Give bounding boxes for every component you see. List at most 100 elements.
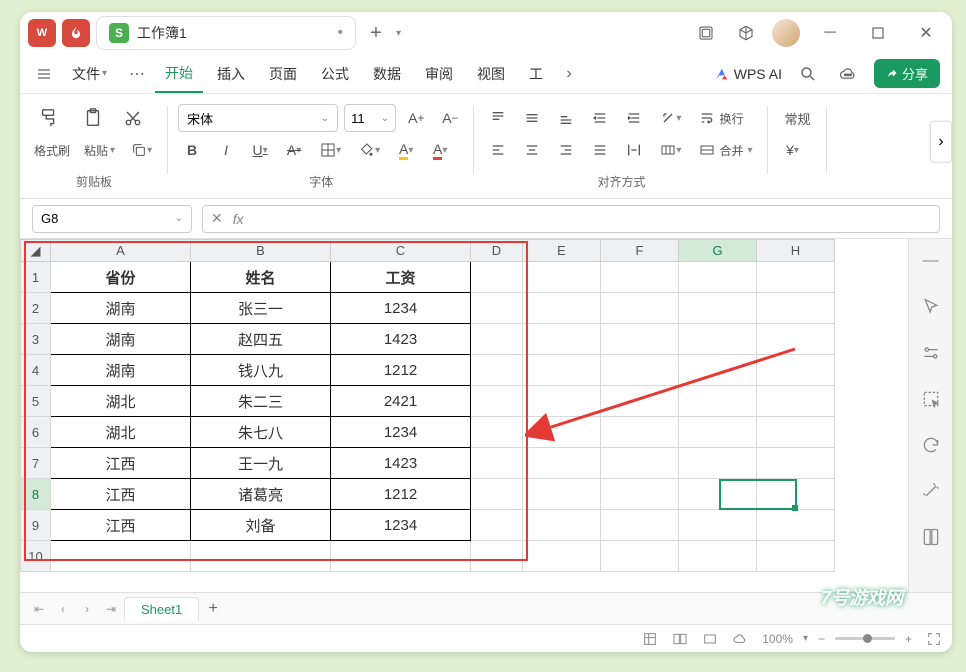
tabs-scroll-right-icon[interactable]: › (557, 62, 581, 86)
cell-h3[interactable] (757, 324, 835, 355)
ribbon-scroll-right[interactable]: › (930, 121, 952, 163)
cell-b9[interactable]: 刘备 (191, 510, 331, 541)
close-button[interactable]: ✕ (908, 19, 944, 47)
font-color-button[interactable]: A▾ (426, 136, 454, 164)
tab-tools[interactable]: 工 (519, 56, 553, 92)
cell-g8[interactable] (679, 479, 757, 510)
windows-icon[interactable] (692, 19, 720, 47)
cell-d7[interactable] (471, 448, 523, 479)
fullscreen-icon[interactable] (926, 631, 942, 647)
cell-a3[interactable]: 湖南 (51, 324, 191, 355)
font-size-select[interactable]: 11⌄ (344, 104, 396, 132)
name-box[interactable]: G8⌄ (32, 205, 192, 233)
view-reading-icon[interactable] (702, 631, 718, 647)
sheet-nav-next[interactable]: › (76, 598, 98, 620)
cell-e7[interactable] (523, 448, 601, 479)
cell-g3[interactable] (679, 324, 757, 355)
cell-d6[interactable] (471, 417, 523, 448)
fx-icon[interactable]: fx (233, 211, 244, 227)
cell-d9[interactable] (471, 510, 523, 541)
cell-c2[interactable]: 1234 (331, 293, 471, 324)
tab-home[interactable]: 开始 (155, 55, 203, 93)
strikethrough-button[interactable]: A▾ (280, 136, 308, 164)
cell-h7[interactable] (757, 448, 835, 479)
copy-button[interactable]: ▾ (125, 136, 158, 164)
cell-d5[interactable] (471, 386, 523, 417)
cell-b5[interactable]: 朱二三 (191, 386, 331, 417)
col-header-f[interactable]: F (601, 240, 679, 262)
bold-button[interactable]: B (178, 136, 206, 164)
cell-f5[interactable] (601, 386, 679, 417)
view-page-icon[interactable] (672, 631, 688, 647)
new-tab-button[interactable]: + (362, 19, 390, 47)
cell-a4[interactable]: 湖南 (51, 355, 191, 386)
cell-h5[interactable] (757, 386, 835, 417)
cell-a7[interactable]: 江西 (51, 448, 191, 479)
cell-d1[interactable] (471, 262, 523, 293)
cell-e9[interactable] (523, 510, 601, 541)
cell-f8[interactable] (601, 479, 679, 510)
formula-input[interactable] (254, 211, 931, 226)
row-header-4[interactable]: 4 (21, 355, 51, 386)
share-button[interactable]: 分享 (874, 59, 940, 88)
zoom-slider[interactable] (835, 637, 895, 640)
col-header-g[interactable]: G (679, 240, 757, 262)
cancel-formula-icon[interactable]: ✕ (211, 210, 223, 227)
fill-color-button[interactable]: ▾ (353, 136, 386, 164)
currency-button[interactable]: ¥▾ (778, 136, 806, 164)
wps-ai-button[interactable]: WPS AI (714, 66, 782, 82)
paste-label[interactable]: 粘贴▾ (80, 142, 119, 159)
cell-g2[interactable] (679, 293, 757, 324)
cell-e4[interactable] (523, 355, 601, 386)
cell-f4[interactable] (601, 355, 679, 386)
file-menu[interactable]: 文件▾ (64, 60, 115, 88)
cell-c8[interactable]: 1212 (331, 479, 471, 510)
zoom-in-button[interactable]: + (905, 632, 912, 646)
cell-b6[interactable]: 朱七八 (191, 417, 331, 448)
cell-e2[interactable] (523, 293, 601, 324)
cell-e10[interactable] (523, 541, 601, 572)
row-header-3[interactable]: 3 (21, 324, 51, 355)
cell-c7[interactable]: 1423 (331, 448, 471, 479)
cube-icon[interactable] (732, 19, 760, 47)
tab-data[interactable]: 数据 (363, 56, 411, 92)
zoom-out-button[interactable]: − (818, 632, 825, 646)
cell-c1[interactable]: 工资 (331, 262, 471, 293)
cell-f3[interactable] (601, 324, 679, 355)
cell-c9[interactable]: 1234 (331, 510, 471, 541)
row-header-9[interactable]: 9 (21, 510, 51, 541)
cell-h8[interactable] (757, 479, 835, 510)
cursor-icon[interactable] (919, 295, 943, 319)
cell-b10[interactable] (191, 541, 331, 572)
collapse-sidebar-icon[interactable]: — (919, 249, 943, 273)
cell-h1[interactable] (757, 262, 835, 293)
align-right-button[interactable] (552, 136, 580, 164)
zoom-dropdown-icon[interactable]: ▾ (803, 633, 808, 644)
row-header-7[interactable]: 7 (21, 448, 51, 479)
view-normal-icon[interactable] (642, 631, 658, 647)
tab-review[interactable]: 审阅 (415, 56, 463, 92)
cell-h4[interactable] (757, 355, 835, 386)
distribute-button[interactable] (620, 136, 648, 164)
cell-g5[interactable] (679, 386, 757, 417)
cell-f6[interactable] (601, 417, 679, 448)
cell-e3[interactable] (523, 324, 601, 355)
tab-page[interactable]: 页面 (259, 56, 307, 92)
menu-icon[interactable] (32, 62, 56, 86)
cell-c6[interactable]: 1234 (331, 417, 471, 448)
cell-d10[interactable] (471, 541, 523, 572)
more-menu[interactable]: ⋯ (123, 64, 151, 84)
search-icon[interactable] (794, 60, 822, 88)
paste-button[interactable] (74, 103, 112, 133)
cell-h10[interactable] (757, 541, 835, 572)
cell-e5[interactable] (523, 386, 601, 417)
cell-c5[interactable]: 2421 (331, 386, 471, 417)
decrease-font-button[interactable]: A− (436, 104, 464, 132)
spreadsheet-grid[interactable]: ◢ A B C D E F G H 1 省份 姓名 工资 (20, 239, 908, 592)
zoom-level[interactable]: 100% (762, 632, 793, 646)
cell-h9[interactable] (757, 510, 835, 541)
cell-b3[interactable]: 赵四五 (191, 324, 331, 355)
underline-button[interactable]: U▾ (246, 136, 274, 164)
cell-d3[interactable] (471, 324, 523, 355)
row-header-1[interactable]: 1 (21, 262, 51, 293)
